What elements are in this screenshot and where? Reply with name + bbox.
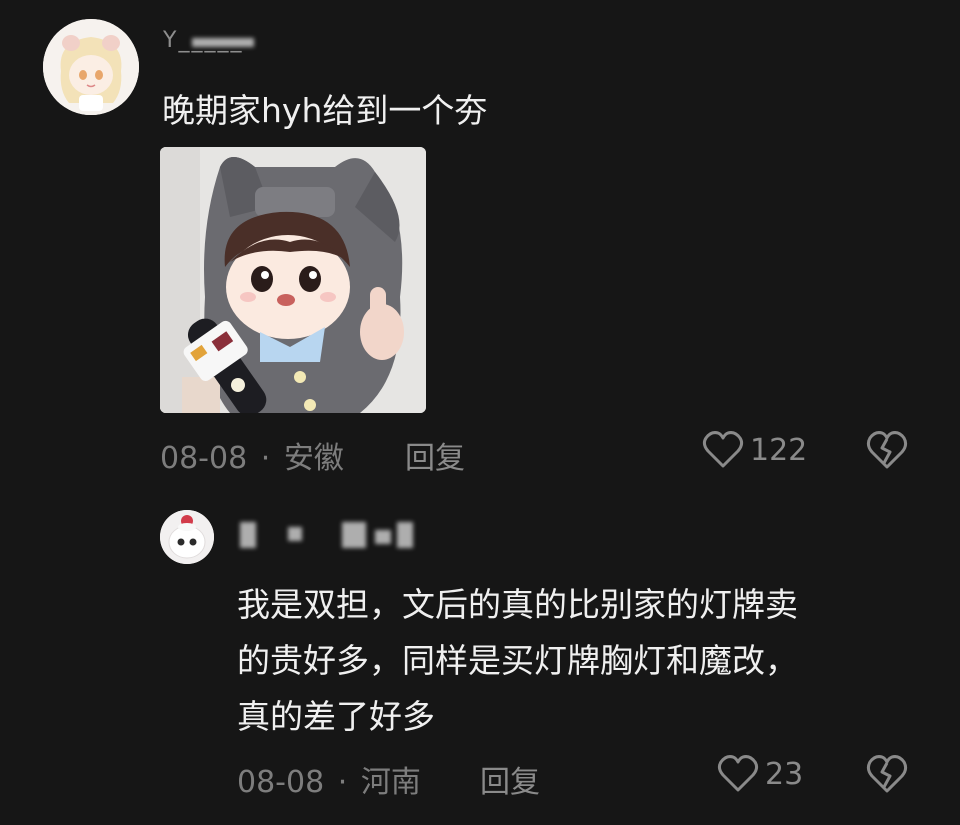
like-button[interactable]: 23 <box>717 754 803 794</box>
replier-avatar[interactable] <box>160 510 214 564</box>
broken-heart-icon <box>866 431 908 469</box>
like-count: 122 <box>750 432 808 468</box>
reply-text-line: 真的差了好多 <box>237 697 435 736</box>
commenter-avatar[interactable] <box>43 19 139 115</box>
username-redaction <box>375 530 391 544</box>
heart-icon <box>702 431 744 468</box>
dislike-button[interactable] <box>865 754 909 798</box>
comment-date: 08-08 <box>160 441 248 476</box>
broken-heart-icon <box>866 755 908 793</box>
username-redaction <box>288 527 302 541</box>
username-redaction <box>192 38 254 47</box>
reply-location: 河南 <box>360 765 421 800</box>
comment-image[interactable] <box>160 147 426 413</box>
dislike-button[interactable] <box>865 430 909 474</box>
reply-button[interactable]: 回复 <box>405 433 465 477</box>
reply-meta: 08-08 · 河南 <box>237 757 421 801</box>
meta-separator: · <box>337 765 348 800</box>
username-redaction <box>342 522 366 548</box>
like-count: 23 <box>765 756 804 792</box>
reply-text-line: 我是双担，文后的真的比别家的灯牌卖 <box>237 585 798 624</box>
meta-separator: · <box>260 441 271 476</box>
reply-date: 08-08 <box>237 765 325 800</box>
reply-button[interactable]: 回复 <box>480 757 540 801</box>
username-redaction <box>240 522 256 548</box>
reply-text-line: 的贵好多，同样是买灯牌胸灯和魔改， <box>237 641 798 680</box>
username-redaction <box>397 522 413 548</box>
like-button[interactable]: 122 <box>702 430 807 470</box>
comment-meta: 08-08 · 安徽 <box>160 433 344 477</box>
heart-icon <box>717 755 759 792</box>
comment-text: 晚期家hyh给到一个夯 <box>162 91 488 130</box>
comment-location: 安徽 <box>283 441 344 476</box>
